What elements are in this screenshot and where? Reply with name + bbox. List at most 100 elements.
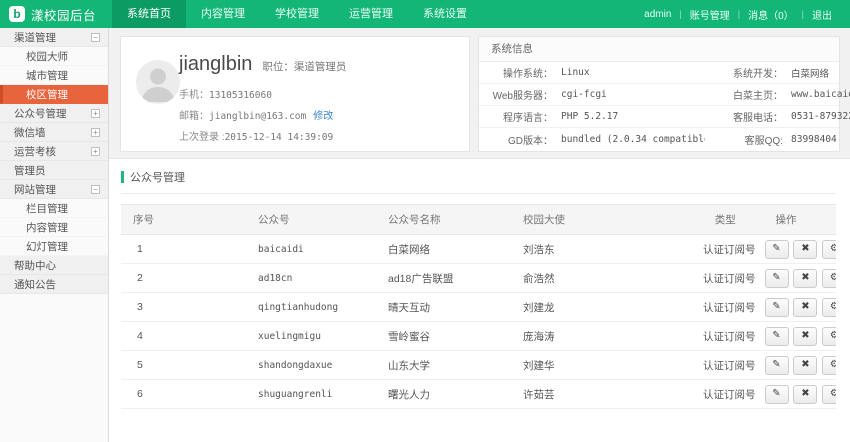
sidebar-item[interactable]: 校区管理 — [0, 85, 108, 104]
cell-actions: ✎ ✖ ⚙ — [764, 264, 837, 293]
sidebar-item[interactable]: 栏目管理 — [0, 199, 108, 218]
expand-toggle-icon: + — [91, 147, 100, 156]
info-label: 客服电话： — [705, 109, 783, 124]
gear-icon: ⚙ — [830, 243, 836, 254]
sidebar-item-label: 公众号管理 — [14, 106, 67, 121]
sidebar-item-label: 运营考核 — [14, 144, 56, 159]
user-menu-item[interactable]: 退出 — [804, 7, 840, 22]
delete-button[interactable]: ✖ — [793, 385, 817, 404]
edit-icon: ✎ — [772, 330, 780, 341]
settings-button[interactable]: ⚙ — [822, 240, 836, 259]
settings-button[interactable]: ⚙ — [822, 269, 836, 288]
section-title-row: 公众号管理 — [121, 169, 836, 185]
cell-type: 认证订阅号 — [691, 235, 764, 264]
user-silhouette-icon — [136, 60, 180, 104]
edit-button[interactable]: ✎ — [765, 298, 789, 317]
sidebar-item[interactable]: 内容管理 — [0, 218, 108, 237]
delete-button[interactable]: ✖ — [793, 327, 817, 346]
cell-type: 认证订阅号 — [691, 293, 764, 322]
sidebar-item[interactable]: 运营考核 + — [0, 142, 108, 161]
edit-button[interactable]: ✎ — [765, 269, 789, 288]
delete-icon: ✖ — [801, 359, 809, 370]
delete-icon: ✖ — [801, 388, 809, 399]
system-info-title: 系统信息 — [479, 37, 839, 62]
column-header: 类型 — [691, 205, 764, 235]
expand-toggle-icon: + — [91, 128, 100, 137]
settings-button[interactable]: ⚙ — [822, 327, 836, 346]
edit-button[interactable]: ✎ — [765, 385, 789, 404]
edit-button[interactable]: ✎ — [765, 240, 789, 259]
gear-icon: ⚙ — [830, 330, 836, 341]
cell-type: 认证订阅号 — [691, 380, 764, 409]
info-label: GD版本： — [491, 132, 553, 147]
sidebar-item[interactable]: 网站管理 − — [0, 180, 108, 199]
profile-username: jianglbin — [179, 53, 252, 76]
cell-actions: ✎ ✖ ⚙ — [764, 380, 837, 409]
brand: b 漾校园后台 — [0, 0, 112, 28]
sidebar-item[interactable]: 通知公告 — [0, 275, 108, 294]
sidebar-item-label: 通知公告 — [14, 277, 56, 292]
user-menu-item-wrap: 退出 — [804, 7, 840, 22]
delete-button[interactable]: ✖ — [793, 269, 817, 288]
top-nav-item[interactable]: 内容管理 — [186, 0, 260, 28]
cell-account: shandongdaxue — [246, 351, 376, 380]
top-nav-item[interactable]: 运营管理 — [334, 0, 408, 28]
settings-button[interactable]: ⚙ — [822, 356, 836, 375]
settings-button[interactable]: ⚙ — [822, 298, 836, 317]
profile-phone-row: 手机：13105316060 — [179, 86, 461, 101]
user-menu-item[interactable]: 账号管理 — [682, 7, 738, 22]
sidebar-item[interactable]: 校园大师 — [0, 47, 108, 66]
sidebar-item[interactable]: 帮助中心 — [0, 256, 108, 275]
cell-ambassador: 刘建龙 — [511, 293, 691, 322]
section-title: 公众号管理 — [130, 169, 185, 185]
user-menu-item[interactable]: 消息（0） — [740, 7, 802, 22]
sidebar-item[interactable]: 幻灯管理 — [0, 237, 108, 256]
app-title: 漾校园后台 — [31, 5, 96, 24]
cell-ambassador: 刘建华 — [511, 351, 691, 380]
delete-button[interactable]: ✖ — [793, 240, 817, 259]
sidebar-item[interactable]: 管理员 — [0, 161, 108, 180]
delete-button[interactable]: ✖ — [793, 356, 817, 375]
edit-icon: ✎ — [772, 301, 780, 312]
sidebar-item[interactable]: 微信墙 + — [0, 123, 108, 142]
system-info-body: 操作系统： Linux 系统开发： 白菜网络 Web服务器： cgi-fcgi … — [479, 62, 839, 150]
app-logo-icon: b — [9, 6, 25, 22]
edit-button[interactable]: ✎ — [765, 356, 789, 375]
info-value: bundled (2.0.34 compatible) — [553, 134, 705, 145]
cell-type: 认证订阅号 — [691, 322, 764, 351]
settings-button[interactable]: ⚙ — [822, 385, 836, 404]
cell-account: xuelingmigu — [246, 322, 376, 351]
position-value: 渠道管理员 — [294, 61, 347, 73]
sidebar-item-label: 内容管理 — [26, 220, 68, 235]
top-nav-item[interactable]: 系统设置 — [408, 0, 482, 28]
sidebar-item[interactable]: 渠道管理 − — [0, 28, 108, 47]
cell-account-name: 曙光人力 — [376, 380, 511, 409]
user-menu-item[interactable]: admin — [636, 9, 679, 20]
top-nav-item[interactable]: 学校管理 — [260, 0, 334, 28]
edit-button[interactable]: ✎ — [765, 327, 789, 346]
sidebar-item[interactable]: 城市管理 — [0, 66, 108, 85]
edit-icon: ✎ — [772, 388, 780, 399]
table-row: 5 shandongdaxue 山东大学 刘建华 认证订阅号 ✎ ✖ ⚙ — [121, 351, 836, 380]
delete-button[interactable]: ✖ — [793, 298, 817, 317]
cell-actions: ✎ ✖ ⚙ — [764, 351, 837, 380]
user-menu-item-wrap: admin — [636, 9, 682, 20]
column-header: 序号 — [121, 205, 246, 235]
last-login-label: 上次登录 : — [179, 132, 225, 143]
edit-email-link[interactable]: 修改 — [313, 111, 333, 122]
profile-card: jianglbin 职位：渠道管理员 手机：13105316060 邮箱：jia… — [120, 36, 470, 152]
sidebar-item[interactable]: 公众号管理 + — [0, 104, 108, 123]
profile-last-login-row: 上次登录 :2015-12-14 14:39:09 — [179, 128, 461, 143]
gear-icon: ⚙ — [830, 359, 836, 370]
cell-actions: ✎ ✖ ⚙ — [764, 293, 837, 322]
sidebar-item-label: 栏目管理 — [26, 201, 68, 216]
cell-index: 6 — [121, 380, 246, 409]
user-menu: admin 账号管理 消息（0） 退出 — [636, 0, 850, 28]
sidebar-item-label: 管理员 — [14, 163, 46, 178]
info-label: 程序语言： — [491, 109, 553, 124]
delete-icon: ✖ — [801, 272, 809, 283]
top-nav-item[interactable]: 系统首页 — [112, 0, 186, 28]
info-value: 白菜网络 — [783, 66, 829, 80]
edit-icon: ✎ — [772, 272, 780, 283]
user-menu-item-wrap: 消息（0） — [740, 7, 804, 22]
